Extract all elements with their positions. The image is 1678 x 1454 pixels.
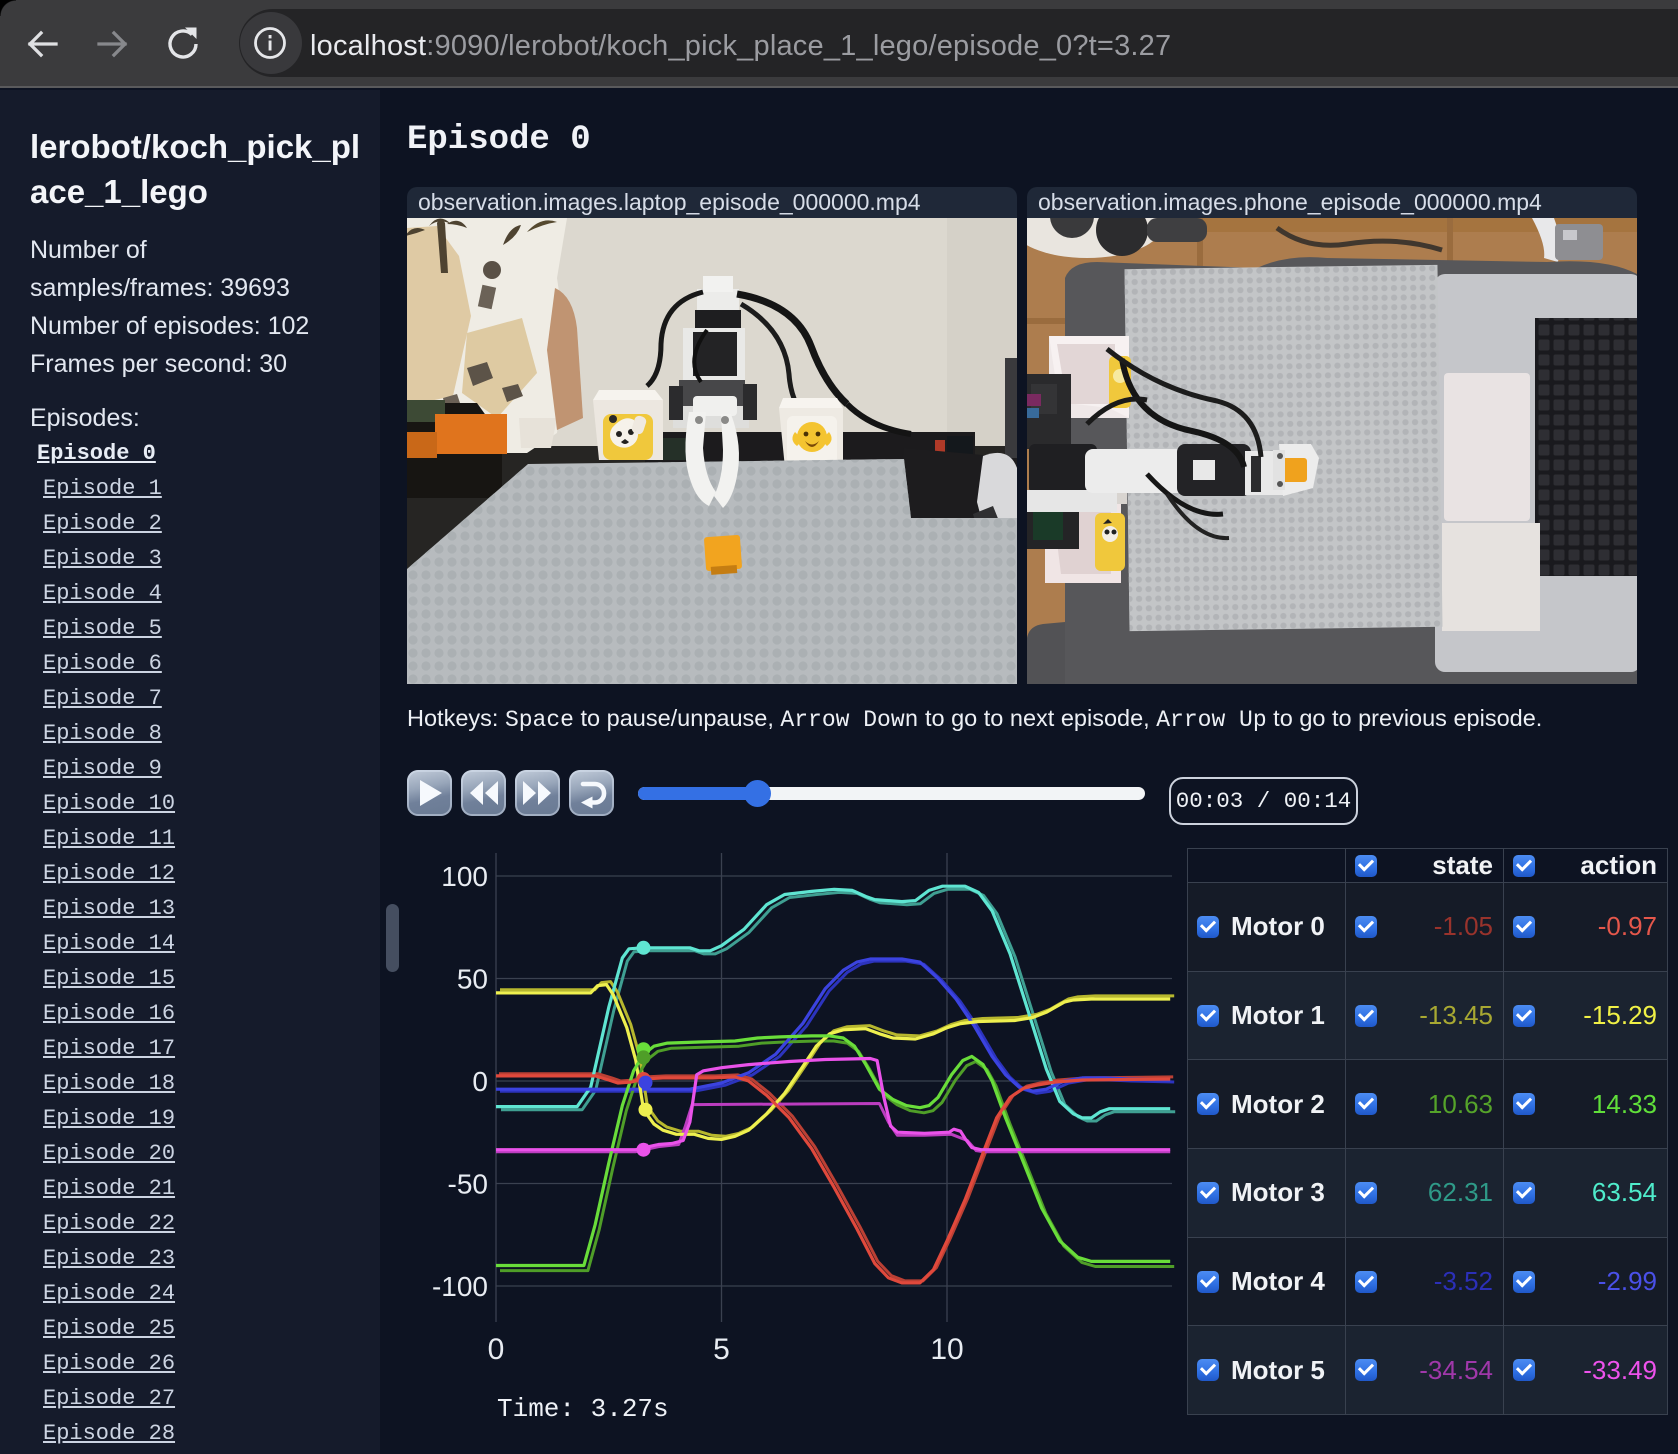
svg-text:10: 10 [930,1333,963,1366]
svg-text:5: 5 [713,1333,730,1366]
svg-text:0: 0 [472,1066,488,1097]
svg-text:-50: -50 [448,1169,488,1200]
svg-text:0: 0 [488,1333,505,1366]
svg-text:100: 100 [441,861,488,892]
svg-text:50: 50 [457,964,488,995]
svg-text:-100: -100 [432,1271,488,1302]
svg-text:Time: 3.27s: Time: 3.27s [497,1394,669,1424]
